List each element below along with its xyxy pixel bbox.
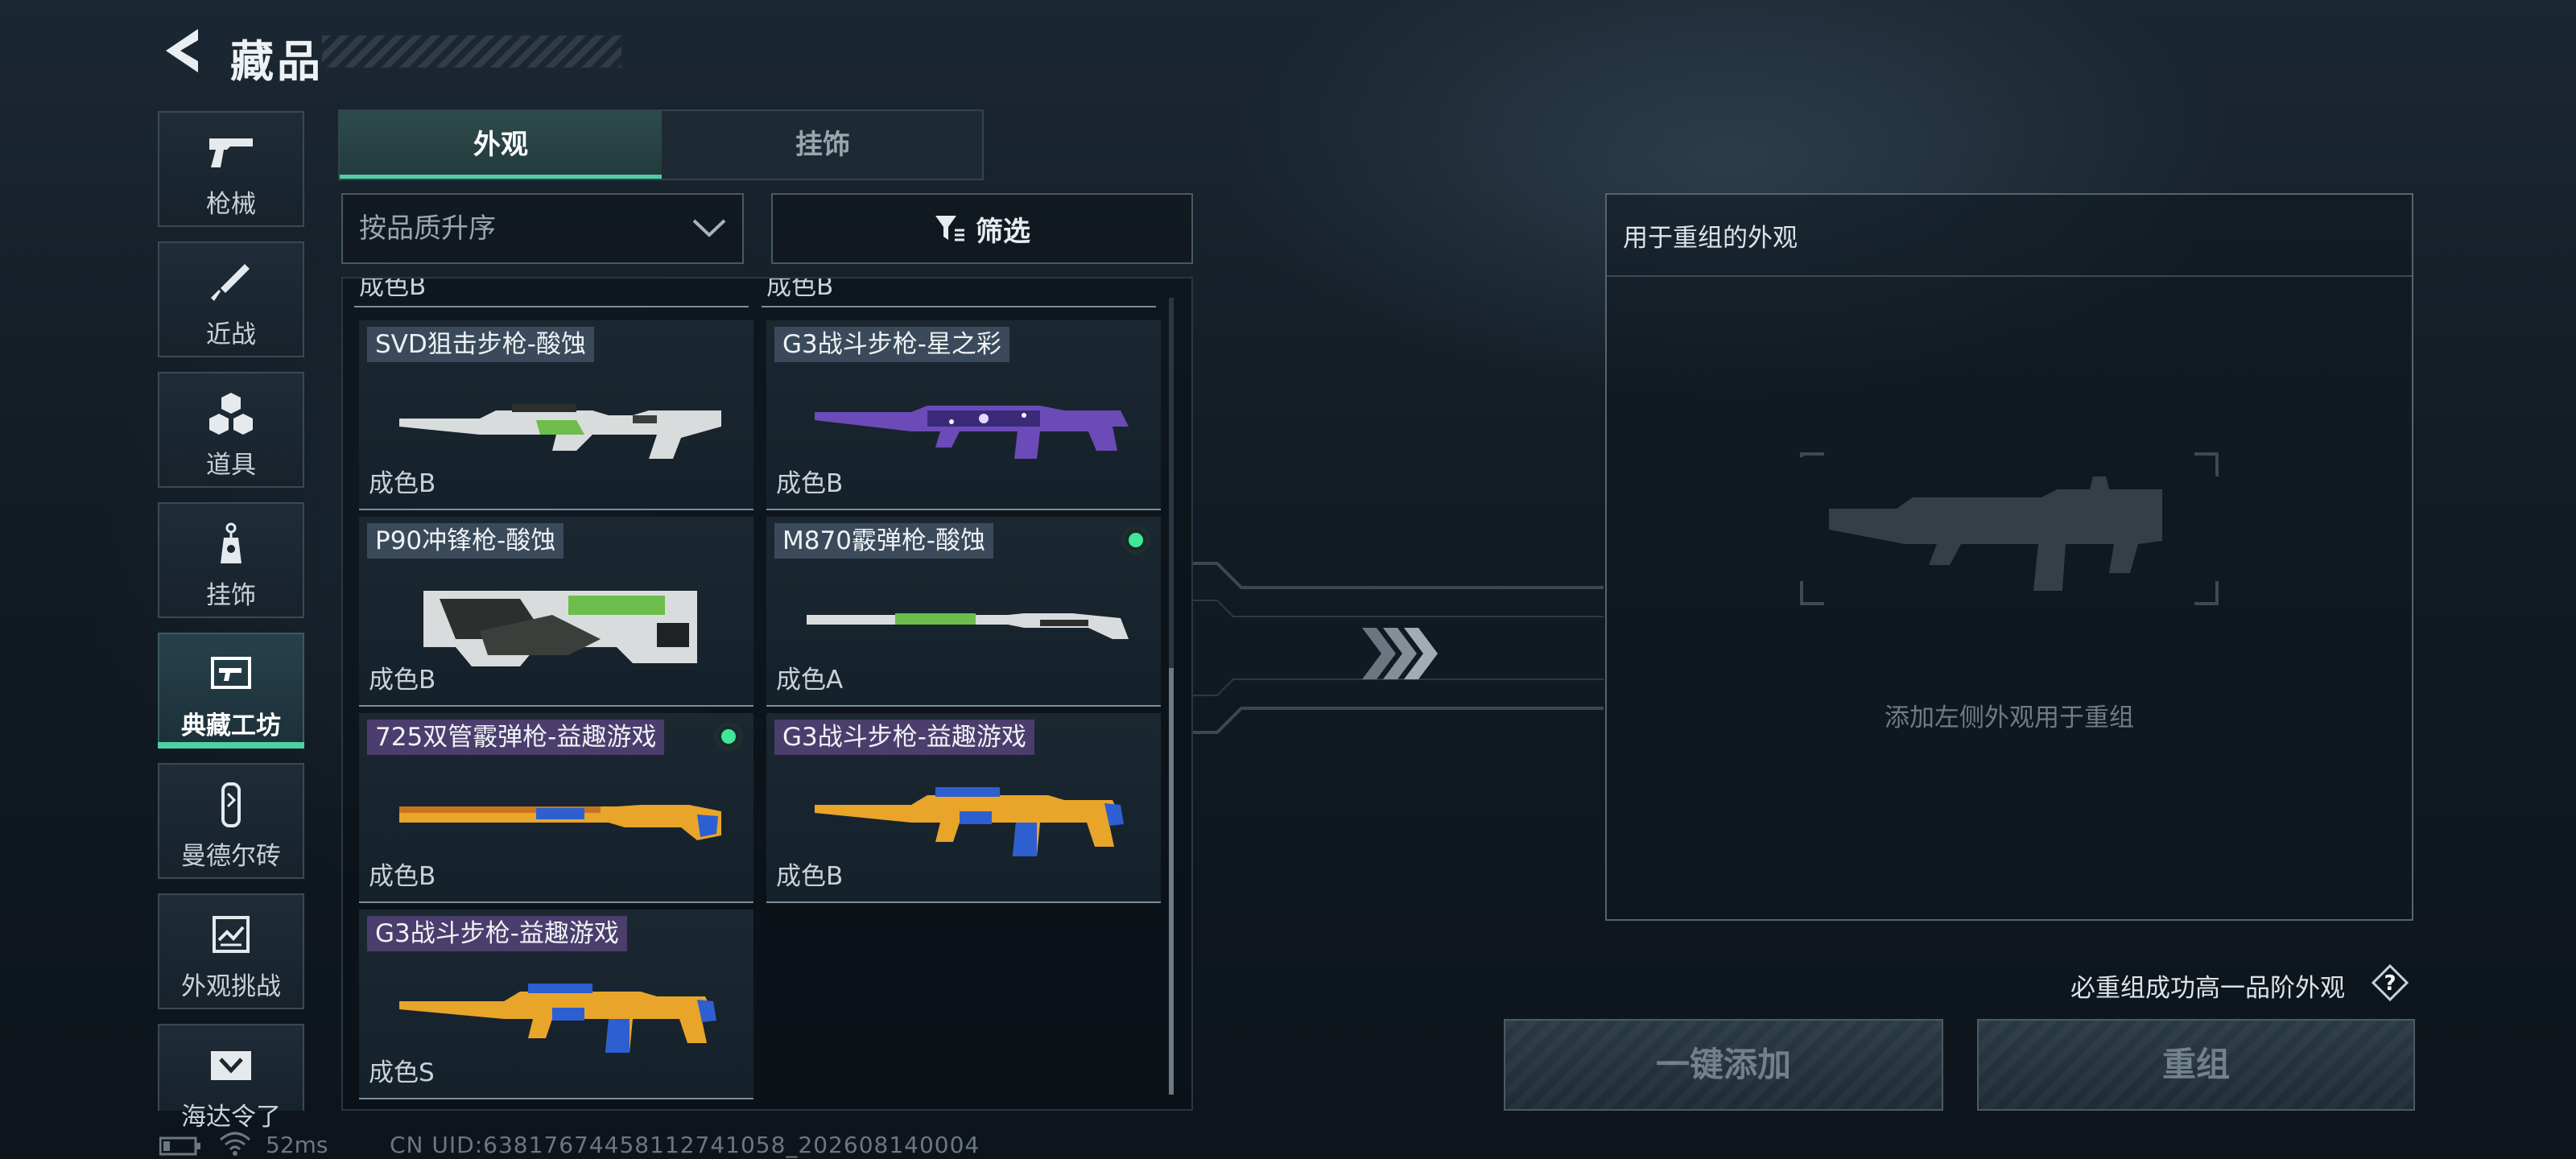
recompose-button[interactable]: 重组 [1977,1019,2415,1111]
filter-label: 筛选 [976,215,1030,248]
card-quality: 成色B [776,862,844,891]
card-quality: 成色B [766,277,834,301]
sort-label: 按品质升序 [359,212,496,245]
sidebar-item-label: 道具 [206,451,256,480]
appearance-grid: 成色B 成色B SVD狙击步枪-酸蚀 成色B G3战斗步枪-星之彩 成色B P9… [341,277,1193,1111]
sidebar-item-gift[interactable]: 海达令了 [158,1024,304,1132]
card-name: M870霰弹枪-酸蚀 [774,523,994,559]
p90-smg-image [423,591,697,666]
card-quality: 成色B [369,666,436,695]
skin-card[interactable]: G3战斗步枪-益趣游戏 成色B [766,713,1161,903]
challenge-icon [213,916,250,953]
title-decoration [322,35,621,68]
back-arrow-icon[interactable] [158,24,208,77]
wifi-icon [220,1132,250,1156]
filter-button[interactable]: 筛选 [771,193,1193,264]
sidebar-item-items[interactable]: 道具 [158,372,304,488]
owned-indicator [1122,526,1150,554]
category-tabs: 外观 挂饰 [338,109,984,180]
knife-icon [211,264,250,301]
mandel-brick-icon [221,782,241,827]
pistol-icon [209,138,253,167]
sidebar-item-label: 典藏工坊 [181,711,281,740]
triple-chevron-icon [1362,628,1438,679]
g3-rifle-image [399,984,716,1053]
guarantee-note: 必重组成功高一品阶外观 [2070,974,2345,1003]
partial-row: 成色B 成色B [354,277,1175,307]
card-quality: 成色B [369,469,436,498]
svg-text:?: ? [2384,971,2396,996]
sidebar-item-label: 近战 [206,320,256,349]
sidebar-item-guns[interactable]: 枪械 [158,111,304,227]
card-name: SVD狙击步枪-酸蚀 [367,327,594,362]
card-quality: 成色B [776,469,844,498]
double-barrel-shotgun-image [399,805,721,840]
panel-title: 用于重组的外观 [1623,224,1798,253]
sidebar-item-label: 挂饰 [206,581,256,610]
skin-card[interactable]: M870霰弹枪-酸蚀 成色A [766,517,1161,707]
sidebar-item-label: 曼德尔砖 [181,842,281,871]
panel-hint: 添加左侧外观用于重组 [1885,703,2134,732]
sidebar-item-workshop[interactable]: 典藏工坊 [158,633,304,749]
skin-card[interactable]: SVD狙击步枪-酸蚀 成色B [359,320,753,510]
card-quality: 成色A [776,666,844,695]
sidebar-item-label: 外观挑战 [181,972,281,1001]
g3-rifle-image [815,406,1129,459]
chevron-down-icon [692,219,726,237]
card-name: P90冲锋枪-酸蚀 [367,523,564,559]
sidebar-item-label: 枪械 [206,190,256,219]
empty-slot-rifle-icon [1800,452,2219,605]
ping-readout: 52ms [266,1132,328,1158]
gift-icon [211,1051,251,1080]
m870-shotgun-image [807,613,1129,639]
sidebar-item-charms[interactable]: 挂饰 [158,502,304,618]
skin-card[interactable]: G3战斗步枪-星之彩 成色B [766,320,1161,510]
skin-card[interactable]: P90冲锋枪-酸蚀 成色B [359,517,753,707]
tab-appearance[interactable]: 外观 [340,111,662,179]
charm-icon [221,522,242,563]
card-quality: 成色B [359,277,427,301]
sidebar-item-mandel-brick[interactable]: 曼德尔砖 [158,763,304,879]
card-name: G3战斗步枪-益趣游戏 [367,916,627,951]
g3-rifle-image [815,787,1124,856]
card-name: G3战斗步枪-益趣游戏 [774,720,1034,755]
items-cubes-icon [209,393,253,435]
sidebar-item-challenge[interactable]: 外观挑战 [158,893,304,1009]
card-name: G3战斗步枪-星之彩 [774,327,1009,362]
tab-pendant[interactable]: 挂饰 [662,111,984,179]
sort-dropdown[interactable]: 按品质升序 [341,193,744,264]
skin-card[interactable]: 725双管霰弹枪-益趣游戏 成色B [359,713,753,903]
battery-icon [159,1136,200,1156]
skin-card[interactable]: G3战斗步枪-益趣游戏 成色S [359,909,753,1099]
filter-icon [935,216,964,241]
sidebar-item-melee[interactable]: 近战 [158,241,304,357]
card-quality: 成色B [369,862,436,891]
card-name: 725双管霰弹枪-益趣游戏 [367,720,665,755]
svd-rifle-image [399,404,721,459]
card-quality: 成色S [369,1058,435,1087]
sidebar-item-label: 海达令了 [181,1103,281,1132]
user-uid: CN UID:638176744581127410​58_20260814000… [390,1132,980,1158]
page-title: 藏品 [230,36,324,87]
add-all-button[interactable]: 一键添加 [1504,1019,1943,1111]
recompose-panel: 用于重组的外观 添加左侧外观用于重组 [1605,193,2413,921]
owned-indicator [715,723,742,750]
workshop-icon [211,657,251,689]
panel-header: 用于重组的外观 [1607,195,2412,277]
scrollbar-thumb[interactable] [1169,668,1174,1095]
help-icon[interactable]: ? [2372,964,2409,1001]
